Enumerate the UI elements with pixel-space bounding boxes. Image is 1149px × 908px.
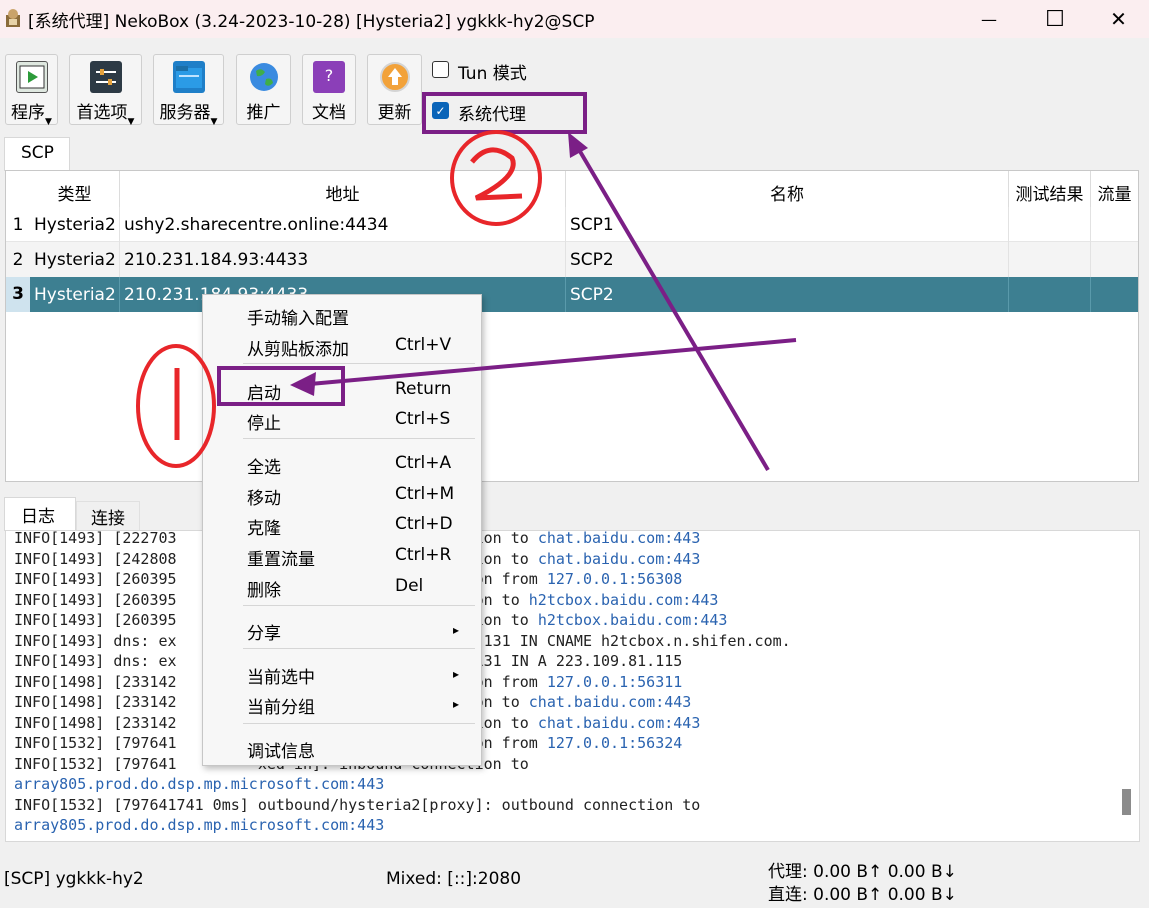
cell-name: SCP2 bbox=[566, 277, 1009, 312]
log-line: array805.prod.do.dsp.mp.microsoft.com:44… bbox=[14, 816, 385, 834]
dropdown-arrow-icon: ▼ bbox=[127, 117, 135, 127]
docs-button[interactable]: ? 文档 bbox=[302, 54, 356, 125]
cell-traffic bbox=[1091, 207, 1138, 242]
cell-type: Hysteria2 bbox=[30, 277, 120, 312]
cell-address: ushy2.sharecentre.online:4434 bbox=[120, 207, 566, 242]
status-profile: [SCP] ygkkk-hy2 bbox=[4, 869, 144, 889]
cell-name: SCP2 bbox=[566, 242, 1009, 277]
title-bar: [系统代理] NekoBox (3.24-2023-10-28) [Hyster… bbox=[0, 0, 1149, 38]
update-label: 更新 bbox=[377, 103, 412, 123]
app-icon bbox=[6, 9, 20, 27]
menu-item-current-selection[interactable]: 当前选中 bbox=[247, 663, 315, 688]
tab-connections[interactable]: 连接 bbox=[76, 501, 140, 531]
cell-test-result bbox=[1009, 207, 1091, 242]
menu-separator bbox=[243, 363, 475, 364]
server-table: 类型 地址 名称 测试结果 流量 1 Hysteria2 ushy2.share… bbox=[5, 170, 1139, 482]
shortcut-ctrl-r: Ctrl+R bbox=[395, 545, 452, 565]
shortcut-ctrl-m: Ctrl+M bbox=[395, 484, 455, 504]
menu-item-debug-info[interactable]: 调试信息 bbox=[247, 737, 315, 762]
submenu-arrow-icon: ▸ bbox=[453, 697, 460, 711]
server-folder-icon bbox=[172, 61, 205, 93]
menu-item-select-all[interactable]: 全选 bbox=[247, 453, 281, 478]
menu-separator bbox=[243, 605, 475, 606]
submenu-arrow-icon: ▸ bbox=[453, 623, 460, 637]
tun-mode-label: Tun 模式 bbox=[458, 64, 527, 84]
server-label: 服务器 bbox=[159, 103, 211, 123]
row-number: 1 bbox=[12, 215, 24, 235]
menu-item-stop[interactable]: 停止 bbox=[247, 409, 281, 434]
promote-button[interactable]: 推广 bbox=[236, 54, 291, 125]
menu-separator bbox=[243, 648, 475, 649]
svg-text:?: ? bbox=[325, 66, 334, 85]
globe-icon bbox=[248, 61, 280, 93]
update-icon bbox=[379, 61, 411, 93]
docs-label: 文档 bbox=[312, 103, 346, 123]
cell-traffic bbox=[1091, 277, 1138, 312]
cell-test-result bbox=[1009, 277, 1091, 312]
update-button[interactable]: 更新 bbox=[367, 54, 422, 125]
menu-item-clone[interactable]: 克隆 bbox=[247, 514, 281, 539]
preferences-button[interactable]: 首选项▼ bbox=[69, 54, 142, 127]
dropdown-arrow-icon: ▼ bbox=[45, 117, 52, 127]
log-line: INFO[1532] [797641741 0ms] outbound/hyst… bbox=[14, 795, 701, 814]
program-label: 程序 bbox=[11, 103, 46, 123]
log-scrollbar-thumb[interactable] bbox=[1122, 789, 1131, 815]
menu-item-share[interactable]: 分享 bbox=[247, 619, 281, 644]
status-direct-speed: 直连: 0.00 B↑ 0.00 B↓ bbox=[768, 885, 957, 905]
cell-name: SCP1 bbox=[566, 207, 1009, 242]
menu-item-delete[interactable]: 删除 bbox=[247, 576, 281, 601]
table-row-selected[interactable]: 3 Hysteria2 210.231.184.93:4433 SCP2 bbox=[6, 277, 1138, 312]
minimize-button[interactable]: — bbox=[956, 0, 1022, 38]
menu-item-current-group[interactable]: 当前分组 bbox=[247, 693, 315, 718]
annotation-arrowhead bbox=[568, 132, 588, 158]
program-button[interactable]: 程序▼ bbox=[5, 54, 58, 127]
server-button[interactable]: 服务器▼ bbox=[153, 54, 224, 127]
promote-label: 推广 bbox=[246, 103, 281, 123]
shortcut-ctrl-a: Ctrl+A bbox=[395, 453, 452, 473]
cell-traffic bbox=[1091, 242, 1138, 277]
menu-separator bbox=[243, 723, 475, 724]
status-proxy-speed: 代理: 0.00 B↑ 0.00 B↓ bbox=[768, 862, 957, 882]
annotation-box-start bbox=[217, 366, 345, 406]
minimize-icon: — bbox=[981, 9, 997, 29]
maximize-button[interactable]: ☐ bbox=[1022, 0, 1088, 38]
menu-item-move[interactable]: 移动 bbox=[247, 484, 281, 509]
row-number: 3 bbox=[6, 277, 30, 312]
group-tab-scp[interactable]: SCP bbox=[4, 137, 70, 171]
menu-item-manual-input[interactable]: 手动输入配置 bbox=[247, 304, 349, 329]
status-mixed-port: Mixed: [::]:2080 bbox=[386, 869, 522, 889]
table-row[interactable]: 1 Hysteria2 ushy2.sharecentre.online:443… bbox=[6, 207, 1138, 242]
annotation-box-system-proxy bbox=[422, 92, 587, 134]
preferences-icon bbox=[89, 61, 122, 93]
menu-separator bbox=[243, 438, 475, 439]
table-row[interactable]: 2 Hysteria2 210.231.184.93:4433 SCP2 bbox=[6, 242, 1138, 277]
cell-type: Hysteria2 bbox=[30, 207, 120, 242]
dropdown-arrow-icon: ▼ bbox=[210, 117, 218, 127]
close-icon: ✕ bbox=[1110, 7, 1127, 31]
submenu-arrow-icon: ▸ bbox=[453, 667, 460, 681]
cell-test-result bbox=[1009, 242, 1091, 277]
row-number: 2 bbox=[12, 250, 24, 270]
shortcut-ctrl-d: Ctrl+D bbox=[395, 514, 453, 534]
tun-mode-checkbox[interactable] bbox=[432, 61, 449, 78]
cell-type: Hysteria2 bbox=[30, 242, 120, 277]
shortcut-ctrl-s: Ctrl+S bbox=[395, 409, 451, 429]
close-button[interactable]: ✕ bbox=[1088, 0, 1149, 38]
shortcut-ctrl-v: Ctrl+V bbox=[395, 335, 452, 355]
help-doc-icon: ? bbox=[313, 61, 345, 93]
menu-item-add-from-clipboard[interactable]: 从剪贴板添加 bbox=[247, 335, 349, 360]
context-menu: 手动输入配置 从剪贴板添加 Ctrl+V 启动 Return 停止 Ctrl+S… bbox=[202, 294, 482, 766]
window-title: [系统代理] NekoBox (3.24-2023-10-28) [Hyster… bbox=[28, 12, 595, 32]
preferences-label: 首选项 bbox=[76, 103, 128, 123]
menu-item-reset-traffic[interactable]: 重置流量 bbox=[247, 545, 315, 570]
log-line: array805.prod.do.dsp.mp.microsoft.com:44… bbox=[14, 775, 385, 793]
log-panel[interactable]: INFO[1493] [222703 ypass]: outbound conn… bbox=[5, 530, 1140, 842]
shortcut-return: Return bbox=[395, 379, 452, 399]
shortcut-del: Del bbox=[395, 576, 424, 596]
cell-address: 210.231.184.93:4433 bbox=[120, 242, 566, 277]
tab-log[interactable]: 日志 bbox=[4, 497, 76, 531]
maximize-icon: ☐ bbox=[1045, 6, 1065, 32]
program-icon bbox=[15, 61, 48, 93]
